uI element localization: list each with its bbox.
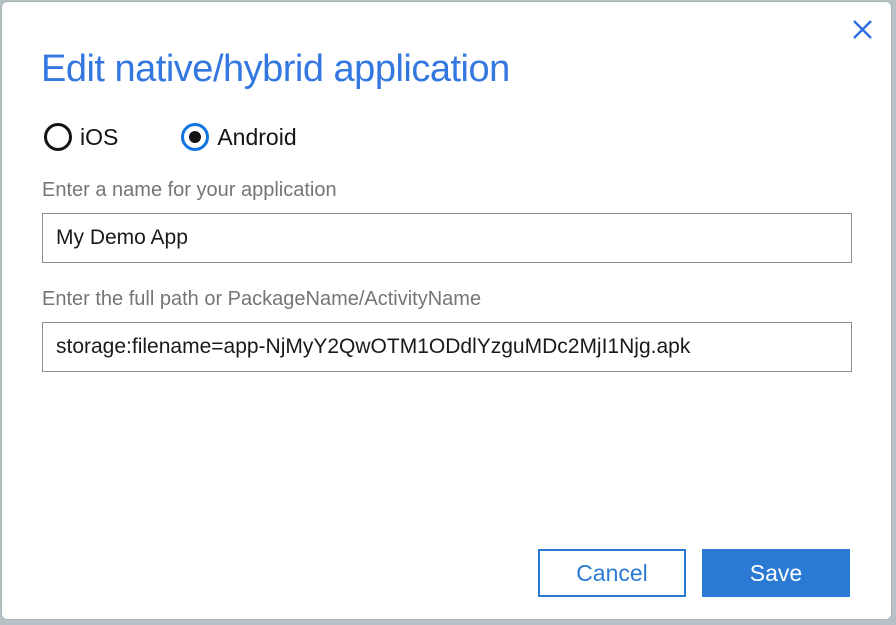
close-icon <box>852 19 873 40</box>
application-path-input[interactable] <box>42 322 852 372</box>
dialog-title: Edit native/hybrid application <box>41 48 510 91</box>
radio-option-android[interactable]: Android <box>181 123 296 151</box>
ios-radio-circle[interactable] <box>44 123 72 151</box>
cancel-button[interactable]: Cancel <box>538 549 686 597</box>
radio-dot <box>189 131 201 143</box>
radio-option-ios[interactable]: iOS <box>44 123 118 151</box>
platform-radio-group: iOS Android <box>44 123 297 151</box>
save-button[interactable]: Save <box>702 549 850 597</box>
ios-radio-label: iOS <box>80 124 118 151</box>
close-button[interactable] <box>845 12 879 46</box>
application-path-label: Enter the full path or PackageName/Activ… <box>42 288 481 311</box>
android-radio-circle[interactable] <box>181 123 209 151</box>
application-name-input[interactable] <box>42 213 852 263</box>
android-radio-label: Android <box>217 124 296 151</box>
application-name-label: Enter a name for your application <box>42 179 337 202</box>
edit-application-dialog: Edit native/hybrid application iOS Andro… <box>1 1 892 620</box>
